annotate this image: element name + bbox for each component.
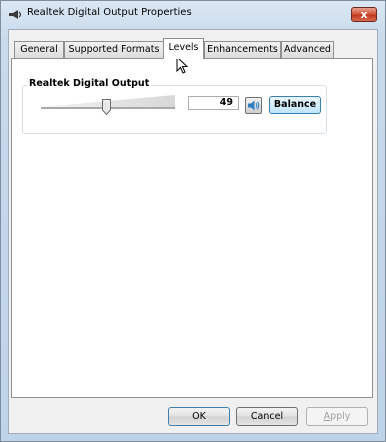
speaker-icon	[248, 100, 260, 111]
slider-thumb[interactable]	[102, 99, 112, 115]
window-title: Realtek Digital Output Properties	[27, 7, 192, 18]
output-level-group: Realtek Digital Output 49 Balance	[22, 78, 327, 134]
title-bar[interactable]: Realtek Digital Output Properties x	[1, 1, 385, 27]
tab-levels[interactable]: Levels	[163, 38, 204, 59]
cancel-button[interactable]: Cancel	[236, 407, 298, 426]
levels-panel: Realtek Digital Output 49 Balance	[11, 58, 373, 398]
apply-button[interactable]: Apply	[306, 407, 368, 426]
ok-button[interactable]: OK	[168, 407, 230, 426]
close-icon: x	[360, 8, 368, 21]
volume-value-field[interactable]: 49	[188, 96, 239, 110]
properties-window: Realtek Digital Output Properties x Gene…	[0, 0, 386, 442]
tab-label: Advanced	[284, 44, 331, 55]
group-label: Realtek Digital Output	[27, 78, 152, 89]
close-button[interactable]: x	[351, 7, 377, 22]
volume-slider[interactable]	[41, 95, 175, 115]
tab-label: General	[20, 44, 58, 55]
mute-button[interactable]	[245, 97, 262, 114]
tab-general[interactable]: General	[14, 41, 64, 58]
dialog-client: General Supported Formats Levels Enhance…	[8, 29, 378, 434]
tab-enhancements[interactable]: Enhancements	[204, 41, 281, 58]
tab-label: Levels	[168, 42, 199, 53]
speaker-app-icon	[9, 10, 22, 19]
balance-button[interactable]: Balance	[269, 96, 321, 114]
tab-strip: General Supported Formats Levels Enhance…	[11, 38, 371, 59]
tab-label: Supported Formats	[68, 44, 160, 55]
tab-advanced[interactable]: Advanced	[281, 41, 334, 58]
mouse-cursor-icon	[176, 56, 188, 74]
tab-supported-formats[interactable]: Supported Formats	[64, 41, 164, 58]
apply-label-rest: pply	[330, 411, 351, 422]
tab-label: Enhancements	[207, 44, 278, 55]
